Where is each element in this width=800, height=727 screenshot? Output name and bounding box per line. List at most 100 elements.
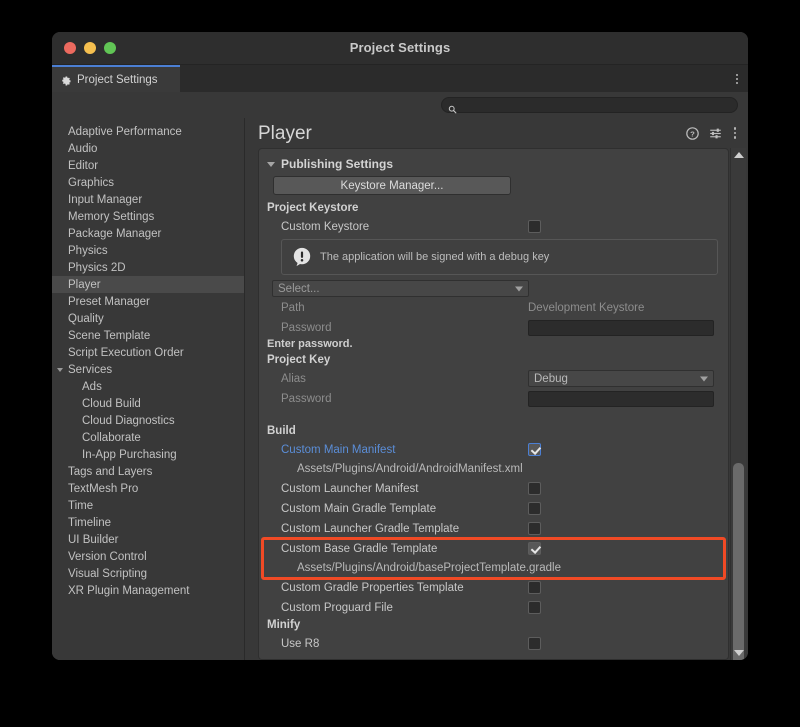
tab-project-settings[interactable]: Project Settings [52, 65, 180, 92]
sidebar-item-label: Audio [68, 143, 97, 155]
sidebar-item-label: XR Plugin Management [68, 585, 189, 597]
use-r8-checkbox[interactable] [528, 637, 541, 650]
foldout-label: Publishing Settings [281, 157, 393, 171]
sidebar-item-tags-and-layers[interactable]: Tags and Layers [52, 463, 244, 480]
sidebar-item-physics-2d[interactable]: Physics 2D [52, 259, 244, 276]
key-password-field[interactable] [528, 391, 714, 407]
sidebar-item-visual-scripting[interactable]: Visual Scripting [52, 565, 244, 582]
alias-dropdown[interactable]: Debug [528, 370, 714, 387]
sidebar-item-package-manager[interactable]: Package Manager [52, 225, 244, 242]
sidebar-item-label: Timeline [68, 517, 111, 529]
minify-heading: Minify [267, 619, 718, 631]
project-key-password-row: Password [267, 389, 718, 408]
custom-main-gradle-template-checkbox[interactable] [528, 502, 541, 515]
search-box[interactable] [441, 97, 738, 113]
sidebar-item-textmesh-pro[interactable]: TextMesh Pro [52, 480, 244, 497]
sidebar-item-player[interactable]: Player [52, 276, 244, 293]
build-row-label: Custom Launcher Gradle Template [267, 523, 459, 535]
sidebar-item-timeline[interactable]: Timeline [52, 514, 244, 531]
sidebar-item-memory-settings[interactable]: Memory Settings [52, 208, 244, 225]
search-icon [448, 101, 457, 110]
sidebar-item-cloud-diagnostics[interactable]: Cloud Diagnostics [52, 412, 244, 429]
sidebar-item-quality[interactable]: Quality [52, 310, 244, 327]
sidebar-item-time[interactable]: Time [52, 497, 244, 514]
sidebar-item-label: Visual Scripting [68, 568, 147, 580]
key-password-label: Password [267, 393, 332, 405]
sidebar-item-preset-manager[interactable]: Preset Manager [52, 293, 244, 310]
publishing-settings-foldout[interactable]: Publishing Settings [267, 155, 718, 173]
build-row-label: Custom Launcher Manifest [267, 483, 418, 495]
minify-row-use-r8: Use R8 [267, 634, 718, 653]
sidebar-item-graphics[interactable]: Graphics [52, 174, 244, 191]
sidebar-item-editor[interactable]: Editor [52, 157, 244, 174]
svg-text:?: ? [690, 129, 695, 138]
scrollbar-thumb[interactable] [733, 463, 744, 660]
sidebar-item-script-execution-order[interactable]: Script Execution Order [52, 344, 244, 361]
custom-gradle-properties-template-checkbox[interactable] [528, 581, 541, 594]
sidebar-item-collaborate[interactable]: Collaborate [52, 429, 244, 446]
scroll-up-arrow-icon[interactable] [734, 152, 744, 158]
sidebar-item-label: Adaptive Performance [68, 126, 182, 138]
search-row [52, 92, 748, 118]
tabstrip-kebab-menu-icon[interactable] [736, 74, 738, 84]
custom-proguard-file-checkbox[interactable] [528, 601, 541, 614]
custom-keystore-label: Custom Keystore [267, 221, 369, 233]
build-heading: Build [267, 425, 718, 437]
sidebar-item-cloud-build[interactable]: Cloud Build [52, 395, 244, 412]
sidebar-item-label: Time [68, 500, 93, 512]
sidebar-item-label: Version Control [68, 551, 147, 563]
sidebar-item-ads[interactable]: Ads [52, 378, 244, 395]
keystore-select-dropdown[interactable]: Select... [272, 280, 529, 297]
sidebar-item-input-manager[interactable]: Input Manager [52, 191, 244, 208]
build-row-block: Custom Proguard File [267, 598, 718, 617]
vertical-scrollbar[interactable] [730, 148, 746, 660]
sidebar-item-physics[interactable]: Physics [52, 242, 244, 259]
custom-launcher-manifest-checkbox[interactable] [528, 482, 541, 495]
sidebar-item-xr-plugin-management[interactable]: XR Plugin Management [52, 582, 244, 599]
tab-strip: Project Settings [52, 65, 748, 92]
sidebar-item-services[interactable]: Services [52, 361, 244, 378]
sidebar-item-label: UI Builder [68, 534, 119, 546]
custom-keystore-checkbox[interactable] [528, 220, 541, 233]
pane-header-icons: ? [686, 127, 738, 140]
settings-category-sidebar[interactable]: Adaptive Performance Audio Editor Graphics I… [52, 118, 245, 660]
custom-keystore-row: Custom Keystore [267, 217, 718, 236]
chevron-down-icon [700, 376, 708, 381]
build-rows-container: Custom Main ManifestAssets/Plugins/Andro… [267, 440, 718, 617]
sidebar-item-version-control[interactable]: Version Control [52, 548, 244, 565]
sidebar-item-label: Ads [82, 381, 102, 393]
warning-icon [292, 247, 312, 267]
custom-launcher-gradle-template-checkbox[interactable] [528, 522, 541, 535]
keystore-manager-button[interactable]: Keystore Manager... [273, 176, 511, 195]
inspector-scroll-area: Publishing Settings Keystore Manager... … [245, 148, 748, 660]
help-icon[interactable]: ? [686, 127, 699, 140]
pane-kebab-menu-icon[interactable] [732, 127, 738, 139]
chevron-down-icon[interactable] [57, 368, 63, 372]
sidebar-item-label: Graphics [68, 177, 114, 189]
project-keystore-heading: Project Keystore [267, 202, 718, 214]
keystore-path-value: Development Keystore [528, 302, 644, 314]
keystore-path-label: Path [267, 302, 305, 314]
sidebar-item-label: Memory Settings [68, 211, 154, 223]
sidebar-item-adaptive-performance[interactable]: Adaptive Performance [52, 123, 244, 140]
sidebar-item-audio[interactable]: Audio [52, 140, 244, 157]
pane-header: Player ? [245, 118, 748, 148]
custom-base-gradle-template-checkbox[interactable] [528, 542, 541, 555]
build-row-block: Custom Base Gradle TemplateAssets/Plugin… [267, 539, 718, 578]
sidebar-item-scene-template[interactable]: Scene Template [52, 327, 244, 344]
sidebar-item-label: TextMesh Pro [68, 483, 138, 495]
sidebar-item-in-app-purchasing[interactable]: In-App Purchasing [52, 446, 244, 463]
search-input[interactable] [461, 100, 731, 111]
preset-icon[interactable] [709, 127, 722, 140]
sidebar-item-label: Package Manager [68, 228, 161, 240]
minify-row-label: Use R8 [267, 638, 319, 650]
keystore-password-field[interactable] [528, 320, 714, 336]
custom-main-manifest-checkbox[interactable] [528, 443, 541, 456]
project-key-alias-row: Alias Debug [267, 369, 718, 388]
sidebar-item-label: Tags and Layers [68, 466, 152, 478]
sidebar-item-ui-builder[interactable]: UI Builder [52, 531, 244, 548]
scroll-down-arrow-icon[interactable] [734, 650, 744, 656]
chevron-down-icon [267, 162, 275, 167]
window-body: Adaptive Performance Audio Editor Graphics I… [52, 118, 748, 660]
tab-label: Project Settings [77, 74, 158, 86]
